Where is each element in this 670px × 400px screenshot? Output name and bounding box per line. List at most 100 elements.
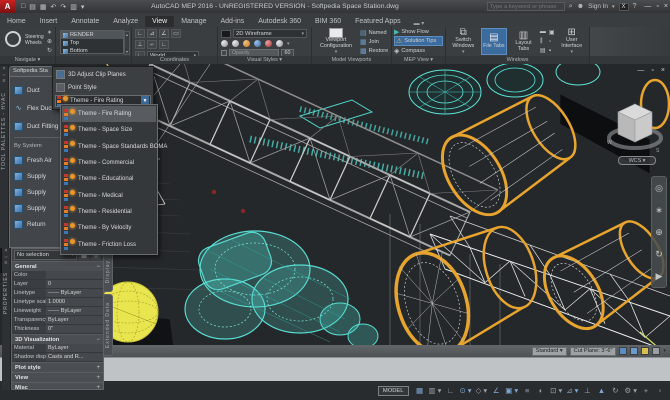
close-button[interactable]: × [664, 3, 668, 10]
highlight-icon[interactable] [243, 40, 250, 47]
orbit-icon[interactable]: ↻ [655, 249, 663, 260]
solution-tips-button[interactable]: ⚠Solution Tips [394, 36, 443, 46]
collapse-icon[interactable]: − [96, 264, 100, 270]
showmotion-icon[interactable]: ▶ [656, 271, 663, 282]
ucs-origin-icon[interactable]: ∠ [159, 29, 169, 38]
tab-insert[interactable]: Insert [33, 16, 65, 27]
display-options-icon[interactable] [652, 347, 660, 355]
property-row-linetype[interactable]: LinetypeByLayer [12, 289, 103, 298]
tab-view[interactable]: View [145, 16, 174, 27]
selection-cycling-icon[interactable]: ⊡ ▾ [549, 384, 563, 397]
tile-horizontally-icon[interactable]: ▬ [540, 29, 546, 35]
layout-tabs-button[interactable]: ▥ Layout Tabs [510, 28, 537, 55]
section-3d-visualization[interactable]: 3D Visualization− [12, 334, 103, 344]
theme-option-medical[interactable]: Theme - Medical [62, 187, 156, 203]
tab-extended-data[interactable]: Extended Data [104, 294, 113, 356]
lineweight-icon[interactable]: ≡ [521, 384, 533, 397]
search-icon[interactable]: ⌕ [569, 3, 573, 11]
theme-option-by-velocity[interactable]: Theme - By Velocity [62, 220, 156, 236]
theme-option-commercial[interactable]: Theme - Commercial [62, 155, 156, 171]
scroll-up-icon[interactable]: ▴ [126, 32, 128, 37]
lock-ui-icon[interactable]: ▪ [549, 48, 555, 54]
theme-option-space-size[interactable]: Theme - Space Size [62, 122, 156, 138]
sign-in-button[interactable]: Sign In [588, 3, 608, 10]
section-view[interactable]: View+ [12, 372, 103, 382]
user-interface-button[interactable]: ⊞ User Interface ▾ [557, 28, 586, 55]
dynamic-ucs-icon[interactable]: ⊥ [581, 384, 593, 397]
help-icon[interactable]: ? [633, 3, 637, 10]
expand-icon[interactable]: + [96, 375, 100, 381]
view-list-item[interactable]: RENDER [61, 31, 123, 39]
sign-in-caret-icon[interactable]: ▾ [612, 4, 615, 10]
annotation-visibility-icon[interactable]: ▲ [595, 384, 607, 397]
snap-icon[interactable]: ▥ ▾ [428, 384, 443, 397]
undo-icon[interactable]: ↶ [50, 3, 56, 11]
osnap-tracking-icon[interactable]: ∠ [490, 384, 502, 397]
zoom-icon[interactable]: ⊕ [47, 38, 52, 45]
theme-option-educational[interactable]: Theme - Educational [62, 171, 156, 187]
palette-properties-icon[interactable]: ≡ [3, 78, 6, 84]
property-row-linetype-scale[interactable]: Linetype scale1.0000 [12, 298, 103, 307]
minimize-button[interactable]: — [644, 3, 651, 10]
tab-home[interactable]: Home [0, 16, 33, 27]
pan-icon[interactable]: ∗ [655, 205, 663, 216]
expand-icon[interactable]: + [96, 365, 100, 371]
display-by-elevation-icon[interactable] [630, 347, 638, 355]
property-row-transparency[interactable]: TransparencyByLayer [12, 316, 103, 325]
panel-label-coordinates[interactable]: Coordinates [132, 56, 217, 64]
tab-display[interactable]: Display [104, 252, 113, 292]
ortho-icon[interactable]: ∟ [444, 384, 456, 397]
theme-option-residential[interactable]: Theme - Residential [62, 204, 156, 220]
annotation-monitor-icon[interactable]: + [640, 384, 652, 397]
edge-effects-icon[interactable] [276, 40, 283, 47]
object-snap-icon[interactable]: ▣ ▾ [504, 384, 519, 397]
visual-style-combo[interactable]: 2D Wireframe▾ [233, 29, 307, 38]
ribbon-display-toggle-icon[interactable]: ▬ ▾ [414, 20, 425, 27]
ucs-z-axis-icon[interactable]: ⊥ [135, 40, 145, 49]
menu-item-3d-adjust-clip-planes[interactable]: 3D Adjust Clip Planes [53, 68, 153, 81]
steering-wheels-button[interactable]: Steering Wheels [25, 35, 45, 46]
new-icon[interactable]: □ [21, 3, 25, 11]
cascade-icon[interactable]: ▤ [540, 47, 546, 54]
tool-palettes-titlebar[interactable]: × ⇔ ≡ TOOL PALETTES - HVAC [0, 66, 9, 248]
property-row-shadow-display[interactable]: Shadow displayCasts and R... [12, 353, 103, 362]
window-list-icon[interactable]: ▣ [549, 29, 555, 36]
face-style-icon[interactable] [221, 40, 228, 47]
view-list-item[interactable]: Top [61, 39, 123, 47]
tile-vertically-icon[interactable]: ∥ [540, 37, 546, 44]
join-viewports-button[interactable]: ▦Join [360, 38, 388, 46]
tab-bim-360[interactable]: BIM 360 [308, 16, 348, 27]
polar-tracking-icon[interactable]: ⊙ ▾ [458, 384, 472, 397]
properties-titlebar[interactable]: × ⇔ ≡ PROPERTIES [2, 248, 11, 390]
edge-color-icon[interactable] [265, 40, 272, 47]
display-toggle-icon[interactable] [619, 347, 627, 355]
tab-manage[interactable]: Manage [174, 16, 213, 27]
theme-option-friction-loss[interactable]: Theme - Friction Loss [62, 236, 156, 252]
exchange-apps-icon[interactable]: X [619, 3, 629, 11]
transparency-icon[interactable]: ◐ [535, 384, 547, 397]
view-list-item[interactable]: Bottom [61, 47, 123, 55]
cut-plane-button[interactable]: Cut Plane: 3'-6" [570, 347, 617, 356]
collapse-icon[interactable]: − [96, 337, 100, 343]
expand-icon[interactable]: + [96, 385, 100, 391]
steering-wheel-icon[interactable]: ◎ [655, 183, 663, 194]
display-configuration-combo[interactable]: Standard ▾ [532, 347, 567, 356]
3d-osnap-icon[interactable]: ⊿ ▾ [565, 384, 579, 397]
model-space-button[interactable]: MODEL [378, 386, 409, 396]
workspace-icon[interactable]: ⚙ ▾ [623, 384, 638, 397]
restore-viewports-button[interactable]: ▩Restore [360, 47, 388, 55]
orbit-icon[interactable]: ↻ [47, 47, 52, 54]
panel-label-visual-styles[interactable]: Visual Styles ▾ [218, 56, 311, 64]
pan-icon[interactable]: ∗ [47, 29, 52, 36]
steering-wheels-icon[interactable] [5, 31, 21, 47]
theme-option-fire-rating[interactable]: Theme - Fire Rating [62, 106, 156, 122]
section-plot-style[interactable]: Plot style+ [12, 362, 103, 372]
tab-autodesk-360[interactable]: Autodesk 360 [251, 16, 308, 27]
ucs-view-icon[interactable]: ⌐ [147, 40, 157, 49]
zoom-icon[interactable]: ⊕ [655, 227, 663, 238]
restore-button[interactable]: ▫ [656, 3, 658, 10]
grid-icon[interactable]: ▦ [414, 384, 426, 397]
application-menu-button[interactable]: A [0, 0, 15, 13]
ucs-face-icon[interactable]: ▭ [171, 29, 181, 38]
open-icon[interactable]: ▤ [29, 3, 36, 11]
